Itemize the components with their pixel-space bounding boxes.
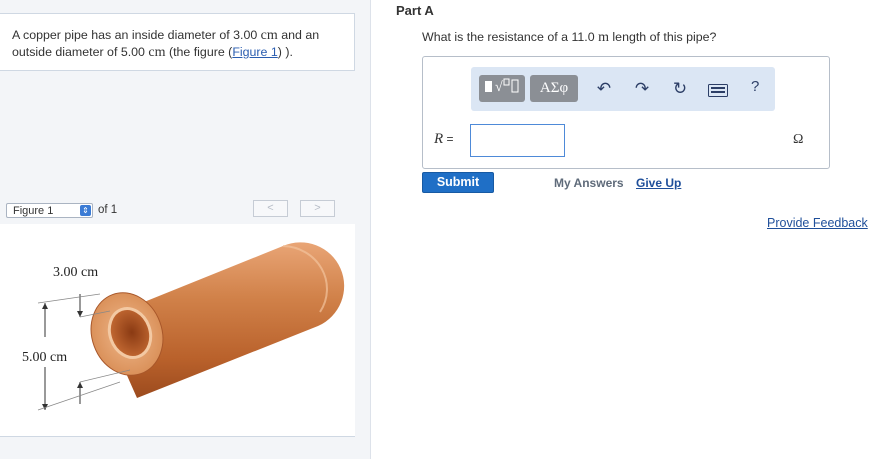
problem-text: (the figure ( xyxy=(165,45,233,59)
answer-unit-label: Ω xyxy=(793,132,804,147)
copper-pipe-figure: 3.00 cm 5.00 cm xyxy=(22,242,345,411)
equals-sign: = xyxy=(443,132,454,146)
figure-link[interactable]: Figure 1 xyxy=(232,45,277,59)
answer-box: √ ΑΣφ ↶ ↷ ↻ ? R = Ω xyxy=(422,56,830,169)
variable-r: R xyxy=(434,131,444,147)
my-answers-link[interactable]: My Answers xyxy=(554,176,624,190)
undo-icon[interactable]: ↶ xyxy=(593,77,615,101)
submit-button[interactable]: Submit xyxy=(422,172,494,193)
unit-cm: cm xyxy=(148,45,166,60)
give-up-link[interactable]: Give Up xyxy=(636,176,681,190)
provide-feedback-link[interactable]: Provide Feedback xyxy=(767,216,868,230)
problem-text: ) ). xyxy=(277,45,293,59)
answer-input[interactable] xyxy=(470,124,565,157)
svg-text:√: √ xyxy=(495,80,503,95)
problem-statement: A copper pipe has an inside diameter of … xyxy=(0,13,355,71)
problem-text: A copper pipe has an inside diameter of … xyxy=(12,28,261,42)
unit-cm: cm xyxy=(260,28,278,43)
question-text: What is the resistance of a 11.0 m lengt… xyxy=(422,30,716,46)
left-panel: A copper pipe has an inside diameter of … xyxy=(0,0,371,459)
inner-diameter-label: 3.00 cm xyxy=(53,265,98,280)
figure-panel: 3.00 cm 5.00 cm xyxy=(0,224,355,437)
fraction-sqrt-template-icon[interactable]: √ xyxy=(479,75,525,102)
greek-symbols-button[interactable]: ΑΣφ xyxy=(530,75,578,102)
next-figure-button[interactable]: > xyxy=(300,200,335,217)
help-button[interactable]: ? xyxy=(751,78,759,95)
figure-navigation-bar: Figure 1 ⇕ of 1 < > xyxy=(0,198,355,225)
outer-diameter-label: 5.00 cm xyxy=(22,350,67,365)
prev-figure-button[interactable]: < xyxy=(253,200,288,217)
unit-m: m xyxy=(598,30,609,45)
answer-variable-label: R = xyxy=(434,130,454,148)
question-text-part: What is the resistance of a 11.0 xyxy=(422,30,599,44)
figure-select[interactable]: Figure 1 ⇕ xyxy=(6,203,93,218)
figure-count: of 1 xyxy=(98,204,118,216)
question-text-part: length of this pipe? xyxy=(608,30,717,44)
part-title: Part A xyxy=(396,3,434,18)
math-toolbar: √ ΑΣφ ↶ ↷ ↻ ? xyxy=(471,67,775,111)
keyboard-icon[interactable] xyxy=(707,80,729,104)
redo-icon[interactable]: ↷ xyxy=(631,77,653,101)
select-arrows-icon: ⇕ xyxy=(80,205,91,216)
right-panel: Part A What is the resistance of a 11.0 … xyxy=(371,0,892,459)
reset-icon[interactable]: ↻ xyxy=(669,77,691,101)
figure-select-value: Figure 1 xyxy=(13,205,54,217)
